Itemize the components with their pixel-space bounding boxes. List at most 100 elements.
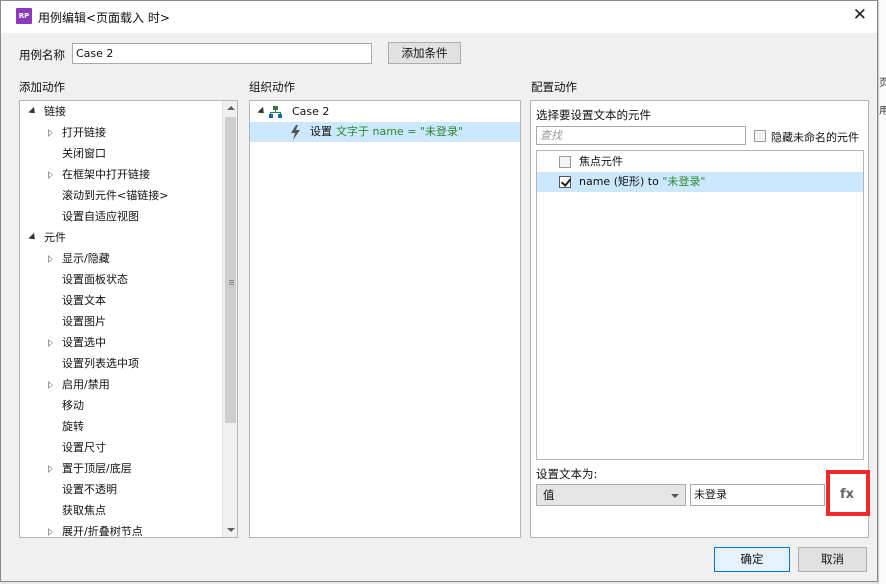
action-item-label: 启用/禁用 <box>62 378 110 391</box>
widget-row-name[interactable]: name (矩形) to "未登录" <box>537 172 863 192</box>
collapsed-arrow-icon[interactable] <box>48 339 53 347</box>
collapsed-arrow-icon[interactable] <box>48 465 53 473</box>
widget-checkbox-focus[interactable] <box>559 156 571 168</box>
action-item[interactable]: 旋转 <box>20 417 220 437</box>
action-item[interactable]: 链接 <box>20 102 220 122</box>
action-node-set-text[interactable]: 设置 文字于 name = "未登录" <box>250 122 520 142</box>
collapsed-arrow-icon[interactable] <box>48 528 53 536</box>
action-item[interactable]: 在框架中打开链接 <box>20 165 220 185</box>
action-item[interactable]: 滚动到元件<锚链接> <box>20 186 220 206</box>
actions-scrollbar[interactable] <box>222 101 237 537</box>
grip-icon <box>229 280 234 285</box>
close-icon[interactable]: ✕ <box>853 5 867 25</box>
background-window-edge: 页 用 <box>878 0 886 584</box>
collapsed-arrow-icon[interactable] <box>48 255 53 263</box>
action-item-label: 获取焦点 <box>62 504 106 517</box>
action-item[interactable]: 打开链接 <box>20 123 220 143</box>
action-item[interactable]: 设置不透明 <box>20 480 220 500</box>
action-item-label: 移动 <box>62 399 84 412</box>
add-condition-button[interactable]: 添加条件 <box>388 42 461 64</box>
action-item[interactable]: 设置尺寸 <box>20 438 220 458</box>
action-item-label: 展开/折叠树节点 <box>62 525 143 538</box>
action-item[interactable]: 设置图片 <box>20 312 220 332</box>
collapsed-arrow-icon[interactable] <box>48 171 53 179</box>
case-tree-icon <box>269 106 282 118</box>
expand-icon[interactable] <box>28 106 38 117</box>
action-item-label: 滚动到元件<锚链接> <box>62 189 169 202</box>
action-item[interactable]: 元件 <box>20 228 220 248</box>
action-item-label: 关闭窗口 <box>62 147 106 160</box>
action-prefix: 设置 <box>310 125 332 138</box>
action-item[interactable]: 展开/折叠树节点 <box>20 522 220 538</box>
action-item[interactable]: 置于顶层/底层 <box>20 459 220 479</box>
background-text-1: 页 <box>879 78 886 89</box>
value-text-input[interactable]: 未登录 <box>690 484 825 506</box>
add-actions-heading: 添加动作 <box>19 80 65 94</box>
collapsed-arrow-icon[interactable] <box>48 381 53 389</box>
action-item[interactable]: 设置文本 <box>20 291 220 311</box>
action-item-label: 在框架中打开链接 <box>62 168 150 181</box>
configure-actions-panel: 选择要设置文本的元件 查找 隐藏未命名的元件 焦点元件 name (矩形) to… <box>530 100 869 538</box>
action-item-label: 打开链接 <box>62 126 106 139</box>
action-item[interactable]: 关闭窗口 <box>20 144 220 164</box>
case-editor-dialog: RP 用例编辑<页面载入 时> ✕ 用例名称 Case 2 添加条件 添加动作 … <box>0 0 878 582</box>
expand-icon[interactable] <box>257 106 267 117</box>
action-item-label: 设置选中 <box>62 336 106 349</box>
set-text-label: 设置文本为: <box>536 467 598 481</box>
scroll-down-arrow-icon[interactable] <box>227 528 235 532</box>
case-node-label: Case 2 <box>292 105 330 118</box>
action-item-label: 置于顶层/底层 <box>62 462 132 475</box>
chevron-down-icon <box>671 494 679 498</box>
select-widget-label: 选择要设置文本的元件 <box>536 108 651 122</box>
window-title: 用例编辑<页面载入 时> <box>38 11 170 25</box>
action-item-label: 设置面板状态 <box>62 273 128 286</box>
case-node[interactable]: Case 2 <box>250 102 520 122</box>
action-item-label: 设置不透明 <box>62 483 117 496</box>
widget-label-name: name (矩形) to "未登录" <box>579 175 706 188</box>
value-type-select[interactable]: 值 <box>536 484 686 506</box>
action-item-label: 元件 <box>44 231 66 244</box>
action-item[interactable]: 启用/禁用 <box>20 375 220 395</box>
action-item-label: 链接 <box>44 105 66 118</box>
scroll-up-arrow-icon[interactable] <box>227 106 235 110</box>
value-type-selected: 值 <box>543 488 555 502</box>
hide-unnamed-label: 隐藏未命名的元件 <box>771 131 859 144</box>
organize-actions-heading: 组织动作 <box>249 80 295 94</box>
action-item[interactable]: 设置选中 <box>20 333 220 353</box>
widget-checkbox-name[interactable] <box>559 176 571 188</box>
hide-unnamed-checkbox[interactable] <box>754 130 766 142</box>
widget-list[interactable]: 焦点元件 name (矩形) to "未登录" <box>536 150 864 460</box>
widget-label-focus: 焦点元件 <box>579 155 623 168</box>
action-item[interactable]: 设置自适应视图 <box>20 207 220 227</box>
action-item[interactable]: 设置列表选中项 <box>20 354 220 374</box>
add-actions-tree[interactable]: 链接打开链接关闭窗口在框架中打开链接滚动到元件<锚链接> 设置自适应视图元件显示/… <box>19 100 238 538</box>
scroll-thumb[interactable] <box>225 117 236 423</box>
title-bar: RP 用例编辑<页面载入 时> ✕ <box>1 1 877 33</box>
collapsed-arrow-icon[interactable] <box>48 129 53 137</box>
action-item-label: 显示/隐藏 <box>62 252 110 265</box>
action-item[interactable]: 显示/隐藏 <box>20 249 220 269</box>
action-item[interactable]: 移动 <box>20 396 220 416</box>
action-item-label: 设置自适应视图 <box>62 210 139 223</box>
axure-app-icon: RP <box>16 8 32 24</box>
organize-actions-tree[interactable]: Case 2 设置 文字于 name = "未登录" <box>249 100 521 538</box>
lightning-icon <box>291 125 300 140</box>
action-detail: 文字于 name = "未登录" <box>336 125 464 138</box>
background-text-2: 用 <box>879 106 886 117</box>
widget-row-focus[interactable]: 焦点元件 <box>537 152 863 172</box>
configure-actions-heading: 配置动作 <box>531 80 577 94</box>
case-name-label: 用例名称 <box>19 48 65 62</box>
widget-search-input[interactable]: 查找 <box>536 126 746 145</box>
action-item-label: 设置尺寸 <box>62 441 106 454</box>
action-item[interactable]: 获取焦点 <box>20 501 220 521</box>
cancel-button[interactable]: 取消 <box>798 547 867 572</box>
action-item[interactable]: 设置面板状态 <box>20 270 220 290</box>
action-item-label: 旋转 <box>62 420 84 433</box>
action-item-label: 设置文本 <box>62 294 106 307</box>
expand-icon[interactable] <box>28 232 38 243</box>
fx-highlight-box <box>826 470 870 516</box>
action-item-label: 设置列表选中项 <box>62 357 139 370</box>
case-name-input[interactable]: Case 2 <box>72 43 372 64</box>
ok-button[interactable]: 确定 <box>714 547 790 572</box>
action-item-label: 设置图片 <box>62 315 106 328</box>
